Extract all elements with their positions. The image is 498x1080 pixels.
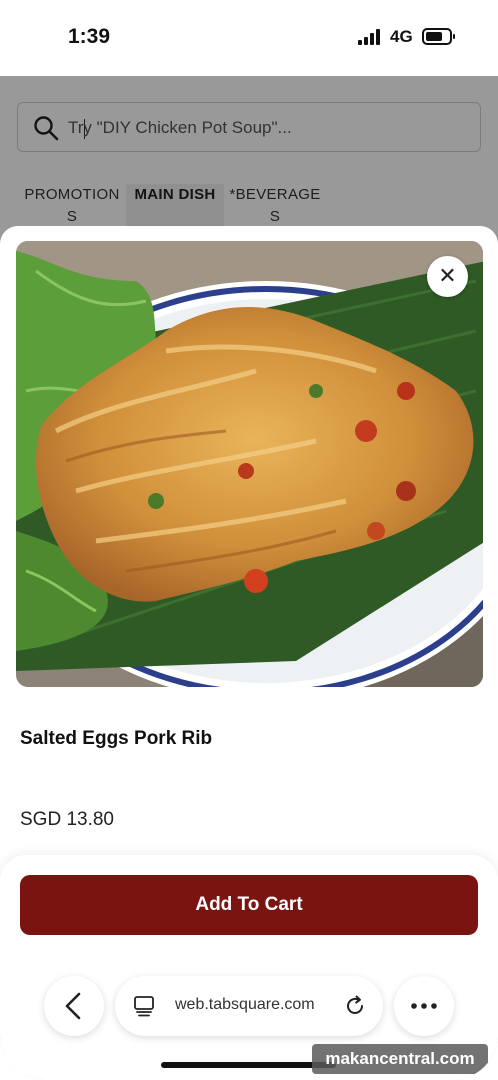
status-time: 1:39 — [68, 25, 111, 48]
browser-url-bar[interactable]: web.tabsquare.com — [115, 976, 383, 1036]
dish-photo — [16, 241, 483, 687]
back-chevron-icon — [65, 992, 81, 1020]
browser-more-button[interactable] — [394, 976, 454, 1036]
watermark: makancentral.com — [312, 1044, 488, 1074]
tabs-icon[interactable] — [133, 995, 155, 1017]
close-icon: ✕ — [438, 263, 457, 288]
url-text: web.tabsquare.com — [175, 996, 315, 1013]
item-price: SGD 13.80 — [20, 809, 114, 830]
status-bar: 1:39 4G — [0, 0, 498, 76]
signal-icon — [358, 28, 382, 45]
item-name: Salted Eggs Pork Rib — [20, 728, 213, 749]
home-indicator[interactable] — [161, 1062, 336, 1068]
battery-icon — [422, 28, 455, 45]
browser-back-button[interactable] — [44, 976, 104, 1036]
phone-screen: 1:39 4G PROMOTIONS MAIN DISH *BEVERAGES — [0, 0, 498, 1080]
network-type: 4G — [390, 27, 413, 46]
more-dots-icon — [411, 1003, 437, 1009]
reload-icon[interactable] — [343, 994, 367, 1018]
add-to-cart-button[interactable]: Add To Cart — [20, 875, 478, 935]
close-button[interactable]: ✕ — [427, 256, 468, 297]
